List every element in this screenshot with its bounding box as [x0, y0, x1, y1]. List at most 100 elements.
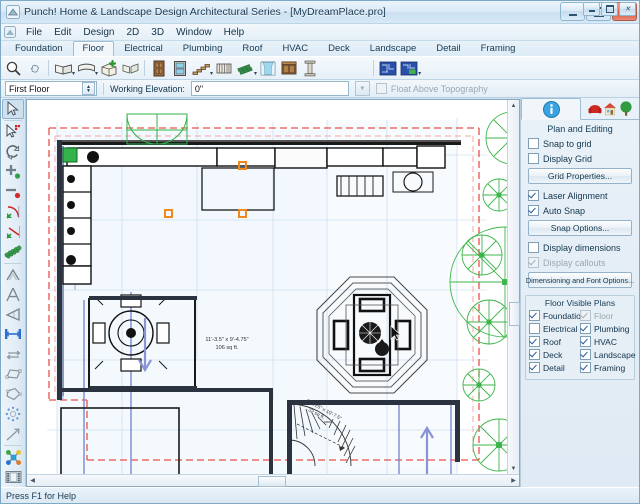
detail-checkbox[interactable]: [529, 362, 540, 373]
arrow-flip-tool[interactable]: [2, 344, 24, 364]
canvas-vertical-scrollbar[interactable]: ▲ ▼: [507, 100, 519, 474]
float-above-topography-checkbox[interactable]: [376, 83, 387, 94]
floor-covering-icon[interactable]: [235, 59, 255, 78]
curved-wall-icon[interactable]: [76, 59, 96, 78]
auto-snap-checkbox[interactable]: [528, 205, 539, 216]
tab-plumbing[interactable]: Plumbing: [173, 41, 233, 56]
display-grid-row[interactable]: Display Grid: [528, 153, 632, 164]
dimensioning-font-options-button[interactable]: Dimensioning and Font Options...: [528, 272, 632, 288]
material-nodes-tool[interactable]: [2, 447, 24, 467]
plan-view-color-icon[interactable]: [399, 59, 419, 78]
laser-alignment-row[interactable]: Laser Alignment: [528, 190, 632, 201]
visible-plan-landscape[interactable]: Landscape: [580, 349, 631, 360]
circle-points-tool[interactable]: [2, 404, 24, 424]
visible-plan-hvac[interactable]: HVAC: [580, 336, 631, 347]
plan-view-icon[interactable]: [378, 59, 398, 78]
vertical-scroll-thumb[interactable]: [509, 302, 520, 326]
menu-item-3d[interactable]: 3D: [145, 26, 170, 39]
horizontal-scroll-thumb[interactable]: [258, 476, 286, 487]
select-arrow-tool[interactable]: [2, 99, 24, 119]
zoom-icon[interactable]: [3, 59, 23, 78]
filmstrip-tool[interactable]: [2, 467, 24, 487]
select-multiple-tool[interactable]: [2, 122, 24, 142]
tab-foundation[interactable]: Foundation: [5, 41, 73, 56]
working-elevation-input[interactable]: 0": [191, 81, 349, 96]
rotate-tool[interactable]: [2, 142, 24, 162]
door-icon[interactable]: [149, 59, 169, 78]
display-dimensions-row[interactable]: Display dimensions: [528, 242, 632, 253]
snap-options-button[interactable]: Snap Options...: [528, 220, 632, 236]
roof-pitch-tool[interactable]: [2, 265, 24, 285]
remove-point-tool[interactable]: [2, 182, 24, 202]
room-add-icon[interactable]: [99, 59, 119, 78]
elevation-dropdown-button[interactable]: ▼: [355, 81, 370, 96]
menu-item-2d[interactable]: 2D: [121, 26, 146, 39]
visible-plan-detail[interactable]: Detail: [529, 362, 580, 373]
open-book-wall-icon[interactable]: [53, 59, 73, 78]
framing-checkbox[interactable]: [580, 362, 591, 373]
menu-item-help[interactable]: Help: [218, 26, 251, 39]
cabinet-icon[interactable]: [279, 59, 299, 78]
electrical-checkbox[interactable]: [529, 323, 540, 334]
tab-landscape[interactable]: Landscape: [360, 41, 426, 56]
window-icon[interactable]: [170, 59, 190, 78]
scroll-right-arrow[interactable]: ▶: [508, 476, 519, 486]
tab-roof[interactable]: Roof: [232, 41, 272, 56]
scroll-down-arrow[interactable]: ▼: [509, 463, 519, 474]
objects-library-tab[interactable]: [581, 98, 639, 120]
menu-item-design[interactable]: Design: [77, 26, 120, 39]
doc-close-button[interactable]: ✕: [619, 2, 636, 16]
menu-item-file[interactable]: File: [20, 26, 48, 39]
roof-checkbox[interactable]: [529, 336, 540, 347]
pan-hand-icon[interactable]: [24, 59, 44, 78]
scroll-up-arrow[interactable]: ▲: [509, 100, 519, 111]
auto-snap-row[interactable]: Auto Snap: [528, 205, 632, 216]
floor-plan-canvas[interactable]: 11'-3.5" x 9'-4.75" 106 sq ft.: [27, 100, 507, 474]
scroll-left-arrow[interactable]: ◀: [27, 476, 38, 486]
floor-select-spinner[interactable]: ▲▼: [82, 82, 95, 95]
room-copy-icon[interactable]: [120, 59, 140, 78]
grid-properties-button[interactable]: Grid Properties...: [528, 168, 632, 184]
add-point-tool[interactable]: [2, 162, 24, 182]
resize-diagonal-tool[interactable]: [2, 424, 24, 444]
curtain-icon[interactable]: [258, 59, 278, 78]
tab-deck[interactable]: Deck: [318, 41, 360, 56]
canvas-horizontal-scrollbar[interactable]: ◀ ▶: [27, 474, 519, 486]
curve-segment-tool[interactable]: [2, 202, 24, 222]
visible-plan-deck[interactable]: Deck: [529, 349, 580, 360]
visible-plan-roof[interactable]: Roof: [529, 336, 580, 347]
dimension-tool[interactable]: [2, 324, 24, 344]
doc-restore-button[interactable]: [601, 2, 618, 16]
tab-hvac[interactable]: HVAC: [272, 41, 318, 56]
laser-alignment-checkbox[interactable]: [528, 190, 539, 201]
hvac-checkbox[interactable]: [580, 336, 591, 347]
visible-plan-framing[interactable]: Framing: [580, 362, 631, 373]
doc-minimize-button[interactable]: [583, 2, 600, 16]
minimize-button[interactable]: [560, 2, 585, 21]
deck-checkbox[interactable]: [529, 349, 540, 360]
display-dimensions-checkbox[interactable]: [528, 242, 539, 253]
foundation-checkbox[interactable]: [529, 310, 540, 321]
tab-electrical[interactable]: Electrical: [114, 41, 173, 56]
column-icon[interactable]: [300, 59, 320, 78]
info-tab[interactable]: [521, 98, 581, 120]
visible-plan-foundation[interactable]: Foundation: [529, 310, 580, 321]
railing-icon[interactable]: [214, 59, 234, 78]
text-tool[interactable]: [2, 285, 24, 305]
display-grid-checkbox[interactable]: [528, 153, 539, 164]
menu-item-edit[interactable]: Edit: [48, 26, 77, 39]
break-segment-tool[interactable]: [2, 222, 24, 242]
tab-framing[interactable]: Framing: [471, 41, 526, 56]
menu-item-window[interactable]: Window: [170, 26, 218, 39]
snap-to-grid-checkbox[interactable]: [528, 138, 539, 149]
polygon-tool[interactable]: [2, 384, 24, 404]
shape-skew-tool[interactable]: [2, 364, 24, 384]
tab-detail[interactable]: Detail: [426, 41, 470, 56]
snap-to-grid-row[interactable]: Snap to grid: [528, 138, 632, 149]
float-above-topography-row[interactable]: Float Above Topography: [376, 83, 488, 94]
hedge-tool[interactable]: [2, 242, 24, 262]
floor-select[interactable]: First Floor ▲▼: [5, 81, 97, 96]
stairs-icon[interactable]: [191, 59, 211, 78]
visible-plan-electrical[interactable]: Electrical: [529, 323, 580, 334]
tab-floor[interactable]: Floor: [73, 41, 115, 56]
